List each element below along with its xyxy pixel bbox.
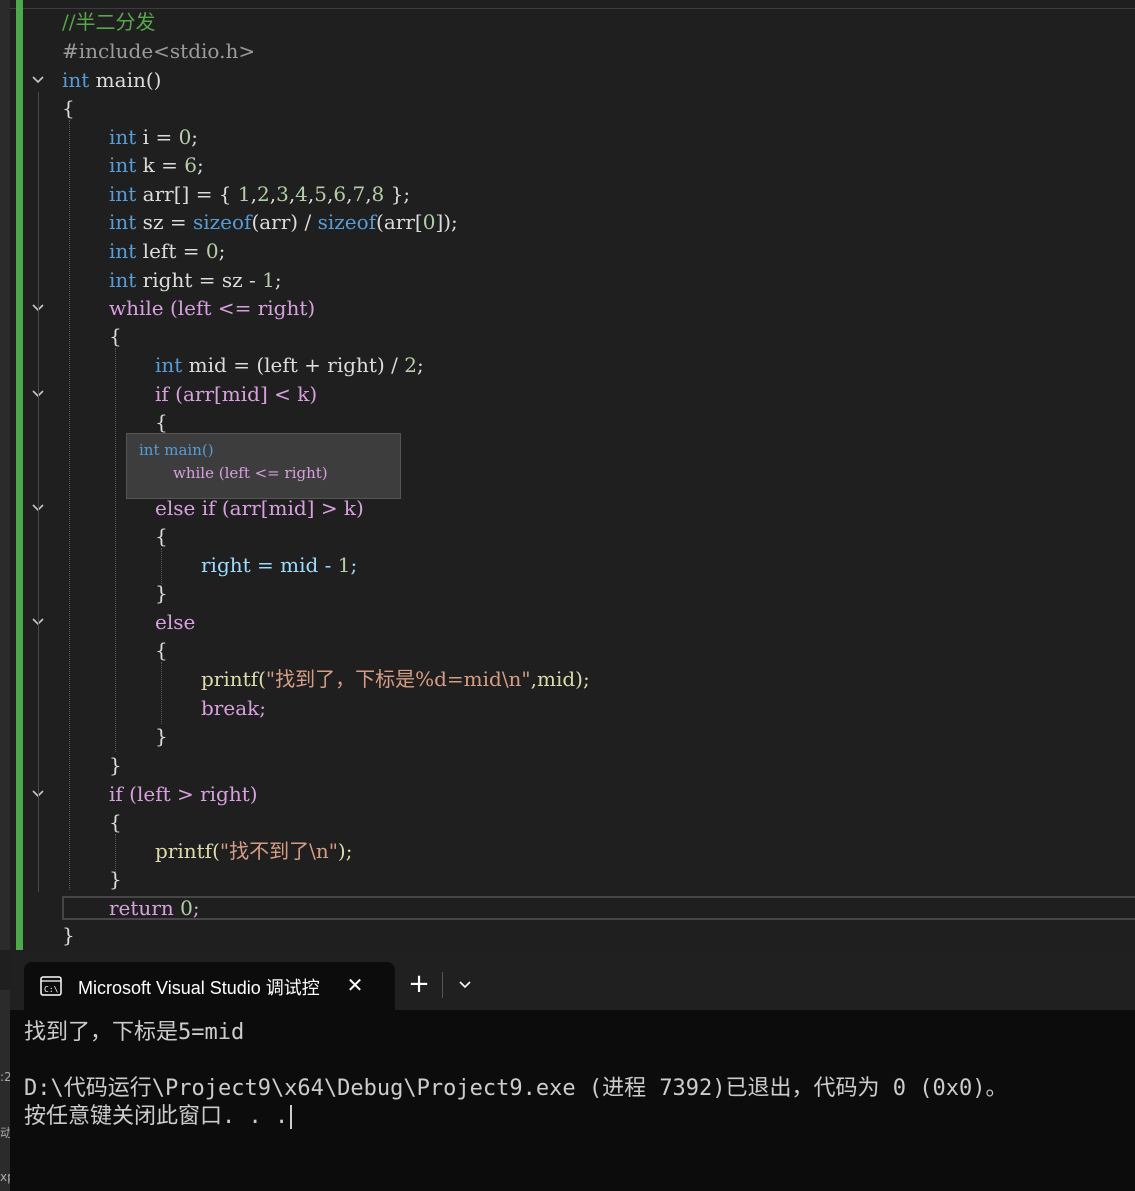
chevron-down-icon[interactable] — [452, 972, 478, 998]
code-line[interactable]: { — [155, 522, 168, 550]
code-line[interactable]: { — [109, 322, 122, 350]
bg-text-fragment: :2 — [0, 1070, 10, 1084]
change-tracking-bar — [16, 0, 23, 950]
indent-guide — [69, 120, 70, 890]
code-line[interactable]: } — [109, 865, 122, 893]
bg-text-fragment: 动 — [0, 1126, 10, 1140]
close-icon[interactable]: ✕ — [342, 972, 368, 998]
code-editor[interactable]: //半二分发 #include<stdio.h> int main() { in… — [0, 0, 1135, 950]
code-line[interactable]: { — [155, 636, 168, 664]
editor-left-margin — [0, 0, 10, 950]
terminal-line: D:\代码运行\Project9\x64\Debug\Project9.exe … — [24, 1076, 1008, 1101]
code-line[interactable]: if (left > right) — [109, 780, 258, 808]
code-line[interactable]: int sz = sizeof(arr) / sizeof(arr[0]); — [109, 208, 458, 236]
code-line[interactable]: while (left <= right) — [109, 294, 315, 322]
code-line[interactable]: int arr[] = { 1,2,3,4,5,6,7,8 }; — [109, 180, 410, 208]
code-line[interactable]: { — [109, 808, 122, 836]
code-line[interactable]: int left = 0; — [109, 237, 225, 265]
code-line[interactable]: } — [155, 579, 168, 607]
plus-icon[interactable]: + — [406, 970, 432, 998]
indent-guide — [161, 662, 162, 724]
code-line[interactable]: { — [155, 408, 168, 436]
fold-main-icon[interactable] — [30, 72, 46, 88]
indent-guide — [115, 348, 116, 752]
sticky-line-main[interactable]: int main() — [139, 441, 214, 459]
tab-separator — [442, 972, 443, 998]
code-line[interactable]: int right = sz - 1; — [109, 266, 282, 294]
code-line[interactable]: #include<stdio.h> — [62, 37, 255, 65]
terminal-tab-title: Microsoft Visual Studio 调试控 — [78, 978, 320, 998]
sticky-line-while[interactable]: while (left <= right) — [173, 464, 328, 482]
code-line[interactable]: int mid = (left + right) / 2; — [155, 351, 424, 379]
code-line[interactable]: { — [62, 94, 75, 122]
terminal-output[interactable]: 找到了，下标是5=mid D:\代码运行\Project9\x64\Debug\… — [24, 1018, 1134, 1188]
sticky-scroll-tooltip[interactable]: int main() while (left <= right) — [126, 433, 401, 499]
code-line[interactable]: } — [62, 921, 75, 949]
terminal-tab[interactable]: C:\ Microsoft Visual Studio 调试控 ✕ — [24, 962, 395, 1010]
code-line[interactable]: int main() — [62, 66, 161, 94]
text-cursor — [290, 1105, 293, 1129]
current-line-highlight — [62, 896, 1135, 920]
code-line[interactable]: if (arr[mid] < k) — [155, 380, 317, 408]
fold-range-line — [38, 92, 39, 892]
terminal-line: 按任意键关闭此窗口. . . — [24, 1102, 293, 1132]
debug-console-window[interactable]: C:\ Microsoft Visual Studio 调试控 ✕ + 找到了，… — [10, 950, 1135, 1191]
code-line[interactable]: int k = 6; — [109, 151, 204, 179]
code-line[interactable]: int i = 0; — [109, 123, 198, 151]
code-line[interactable]: right = mid - 1; — [201, 551, 357, 579]
code-line[interactable]: printf("找到了，下标是%d=mid\n",mid); — [201, 665, 590, 693]
console-icon: C:\ — [40, 976, 62, 996]
code-line[interactable]: else — [155, 608, 195, 636]
svg-text:C:\: C:\ — [44, 985, 59, 994]
code-line[interactable]: } — [155, 722, 168, 750]
code-line[interactable]: break; — [201, 694, 266, 722]
code-line[interactable]: printf("找不到了\n"); — [155, 837, 352, 865]
code-line[interactable]: } — [109, 751, 122, 779]
editor-top-strip — [0, 0, 1135, 9]
terminal-tab-bar: C:\ Microsoft Visual Studio 调试控 ✕ + — [10, 950, 1135, 1010]
code-line[interactable]: //半二分发 — [62, 8, 155, 36]
bg-text-fragment: xp — [0, 1170, 10, 1184]
background-window-strip: :2 动 xp — [0, 990, 10, 1191]
terminal-line: 找到了，下标是5=mid — [24, 1020, 245, 1045]
